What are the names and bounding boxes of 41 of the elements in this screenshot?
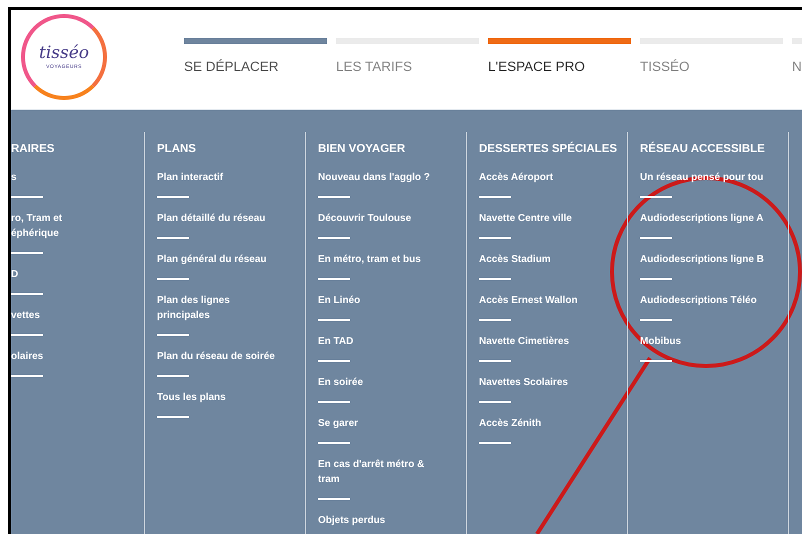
nav-tab[interactable]: TISSÉO [640, 38, 783, 76]
menu-link[interactable]: vettes [11, 308, 94, 323]
nav-tab[interactable]: LES TARIFS [336, 38, 479, 76]
menu-link[interactable]: D [11, 267, 94, 282]
menu-link[interactable]: Navette Centre ville [479, 211, 603, 226]
menu-link[interactable]: Plan du réseau de soirée [157, 349, 281, 364]
column-heading: PLANS [157, 142, 197, 157]
menu-link[interactable]: Accès Ernest Wallon [479, 293, 603, 308]
menu-link[interactable]: Audiodescriptions ligne B [640, 252, 764, 267]
menu-link[interactable]: En cas d'arrêt métro & tram [318, 457, 442, 487]
menu-link[interactable]: Tous les plans [157, 390, 281, 405]
nav-tab[interactable]: N [792, 38, 802, 76]
menu-link[interactable]: Objets perdus [318, 513, 442, 528]
menu-link[interactable]: Accès Stadium [479, 252, 603, 267]
column-heading: RÉSEAU ACCESSIBLE [640, 140, 766, 157]
nav-tab[interactable]: SE DÉPLACER [184, 38, 327, 76]
column-heading: DESSERTES SPÉCIALES [479, 140, 618, 157]
menu-link[interactable]: Se garer [318, 416, 442, 431]
menu-link[interactable]: En TAD [318, 334, 442, 349]
menu-link[interactable]: Nouveau dans l'agglo ? [318, 170, 442, 185]
menu-link[interactable]: Plan détaillé du réseau [157, 211, 281, 226]
menu-link[interactable]: ro, Tram et éphérique [11, 211, 94, 241]
menu-link[interactable]: Audiodescriptions Téléo [640, 293, 764, 308]
column-heading: RAIRES [11, 142, 56, 157]
menu-link[interactable]: Navettes Scolaires [479, 375, 603, 390]
menu-link[interactable]: En Linéo [318, 293, 442, 308]
menu-link[interactable]: Découvrir Toulouse [318, 211, 442, 226]
menu-link[interactable]: Plan interactif [157, 170, 281, 185]
menu-link[interactable]: En soirée [318, 375, 442, 390]
nav-tab[interactable]: L'ESPACE PRO [488, 38, 631, 76]
logo-name: tisséo [38, 44, 89, 62]
menu-link[interactable]: Plan général du réseau [157, 252, 281, 267]
menu-link[interactable]: Navette Cimetières [479, 334, 603, 349]
menu-link[interactable]: s [11, 170, 94, 185]
menu-link[interactable]: Plan des lignes principales [157, 293, 281, 323]
menu-link[interactable]: En métro, tram et bus [318, 252, 442, 267]
column-heading: BIEN VOYAGER [318, 142, 406, 157]
menu-link[interactable]: olaires [11, 349, 94, 364]
menu-link[interactable]: Audiodescriptions ligne A [640, 211, 764, 226]
menu-link[interactable]: Accès Aéroport [479, 170, 603, 185]
menu-link[interactable]: Accès Zénith [479, 416, 603, 431]
